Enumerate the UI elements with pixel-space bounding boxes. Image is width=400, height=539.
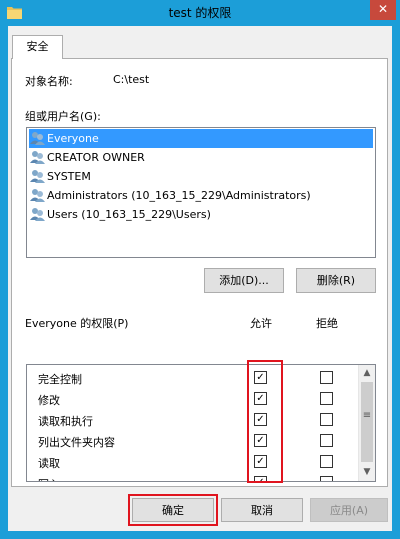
allow-header: 允许 xyxy=(250,317,272,330)
permissions-label: Everyone 的权限(P) xyxy=(25,317,129,330)
security-panel: 对象名称: C:\test 组或用户名(G): Everyone CREATOR… xyxy=(11,58,388,487)
deny-checkbox[interactable] xyxy=(320,455,333,468)
deny-header: 拒绝 xyxy=(316,317,338,330)
allow-column-highlight xyxy=(247,360,283,483)
ok-button-highlight xyxy=(128,494,218,526)
user-group-icon xyxy=(30,189,45,202)
list-item-label: Everyone xyxy=(47,132,99,145)
list-item-label: Users (10_163_15_229\Users) xyxy=(47,208,211,221)
list-item-label: SYSTEM xyxy=(47,170,91,183)
permissions-list: 完全控制 ✓ 修改 ✓ 读取和执行 ✓ 列出文件夹内容 ✓ 读取 ✓ ▲ ≡ ▼ xyxy=(26,364,376,482)
user-group-icon xyxy=(30,170,45,183)
permission-row-list-folder: 列出文件夹内容 ✓ xyxy=(27,430,357,451)
tab-security[interactable]: 安全 xyxy=(12,35,63,59)
permission-name: 读取 xyxy=(38,457,60,470)
deny-checkbox[interactable] xyxy=(320,434,333,447)
permission-name: 列出文件夹内容 xyxy=(38,436,115,449)
permission-row-write: 写入 ✓ xyxy=(27,472,357,481)
groups-label: 组或用户名(G): xyxy=(25,110,101,123)
permission-name: 写入 xyxy=(38,476,60,481)
deny-checkbox[interactable] xyxy=(320,413,333,426)
object-name-label: 对象名称: xyxy=(25,75,73,88)
list-item-system[interactable]: SYSTEM xyxy=(29,167,373,186)
scroll-down-icon[interactable]: ▼ xyxy=(359,464,375,480)
dialog-body: 安全 对象名称: C:\test 组或用户名(G): Everyone CREA… xyxy=(8,26,392,531)
cancel-button[interactable]: 取消 xyxy=(221,498,303,522)
permissions-scrollbar[interactable]: ▲ ≡ ▼ xyxy=(358,365,375,481)
permission-row-read: 读取 ✓ xyxy=(27,451,357,472)
deny-checkbox[interactable] xyxy=(320,371,333,384)
list-item-administrators[interactable]: Administrators (10_163_15_229\Administra… xyxy=(29,186,373,205)
permission-name: 读取和执行 xyxy=(38,415,93,428)
deny-checkbox[interactable] xyxy=(320,476,333,481)
permission-row-read-execute: 读取和执行 ✓ xyxy=(27,409,357,430)
user-group-icon xyxy=(30,151,45,164)
groups-list[interactable]: Everyone CREATOR OWNER SYSTEM Administra… xyxy=(26,127,376,258)
permission-name: 修改 xyxy=(38,394,60,407)
title-bar: test 的权限 ✕ xyxy=(0,0,400,26)
list-item-users[interactable]: Users (10_163_15_229\Users) xyxy=(29,205,373,224)
scroll-thumb[interactable]: ≡ xyxy=(361,382,373,462)
user-group-icon xyxy=(30,208,45,221)
window-title: test 的权限 xyxy=(168,6,232,20)
grip-icon: ≡ xyxy=(362,410,372,421)
list-item-label: CREATOR OWNER xyxy=(47,151,145,164)
permission-row-full-control: 完全控制 ✓ xyxy=(27,367,357,388)
scroll-up-icon[interactable]: ▲ xyxy=(359,365,375,381)
object-name-value: C:\test xyxy=(113,73,150,86)
list-item-label: Administrators (10_163_15_229\Administra… xyxy=(47,189,311,202)
deny-checkbox[interactable] xyxy=(320,392,333,405)
list-item-everyone[interactable]: Everyone xyxy=(29,129,373,148)
remove-button[interactable]: 删除(R) xyxy=(296,268,376,293)
permission-row-modify: 修改 ✓ xyxy=(27,388,357,409)
list-item-creator-owner[interactable]: CREATOR OWNER xyxy=(29,148,373,167)
close-button[interactable]: ✕ xyxy=(370,0,396,20)
permission-name: 完全控制 xyxy=(38,373,82,386)
apply-button[interactable]: 应用(A) xyxy=(310,498,388,522)
user-group-icon xyxy=(30,132,45,145)
add-button[interactable]: 添加(D)... xyxy=(204,268,284,293)
